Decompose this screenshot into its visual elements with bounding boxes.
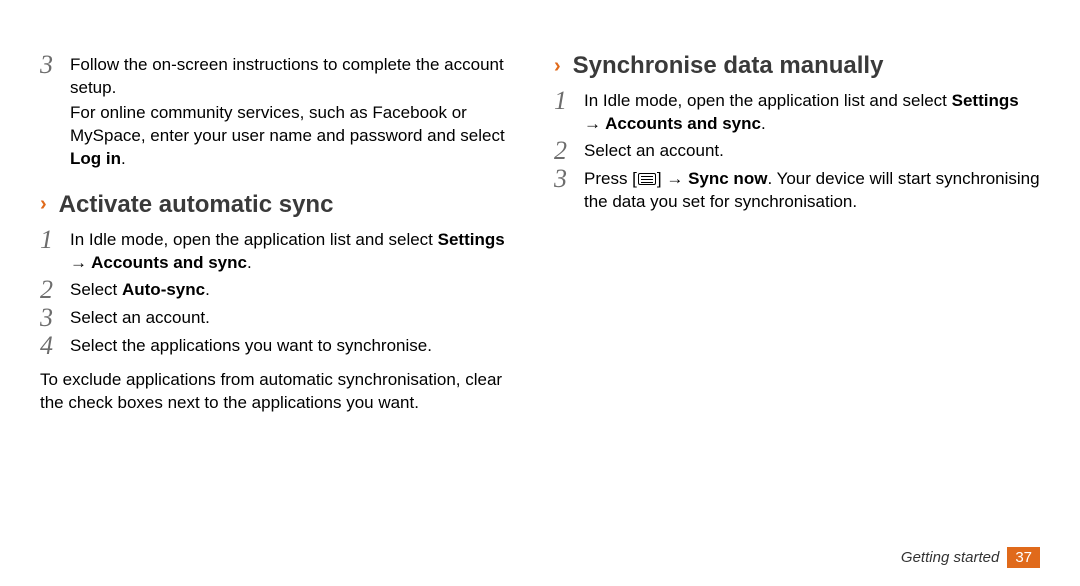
step-body: Follow the on-screen instructions to com… [70, 54, 526, 173]
step-body: Press [] → Sync now. Your device will st… [584, 168, 1040, 216]
step-3: 3 Select an account. [40, 307, 526, 333]
step-text: Press [] → Sync now. Your device will st… [584, 168, 1040, 214]
step-number: 3 [40, 305, 66, 331]
step-text: Select an account. [70, 307, 526, 330]
manual-page: 3 Follow the on-screen instructions to c… [0, 0, 1080, 586]
step-number: 1 [40, 227, 66, 275]
page-number-badge: 37 [1007, 547, 1040, 568]
heading-text: Activate automatic sync [59, 191, 334, 219]
step-1: 1 In Idle mode, open the application lis… [40, 229, 526, 277]
text: Select [70, 280, 122, 299]
step-1: 1 In Idle mode, open the application lis… [554, 90, 1040, 138]
chevron-right-icon: › [554, 55, 561, 78]
text: . [205, 280, 210, 299]
chevron-right-icon: › [40, 193, 47, 216]
step-body: In Idle mode, open the application list … [584, 90, 1040, 138]
text: In Idle mode, open the application list … [584, 91, 952, 110]
step-text: Follow the on-screen instructions to com… [70, 54, 526, 100]
heading-text: Synchronise data manually [573, 52, 884, 80]
step-text: In Idle mode, open the application list … [584, 90, 1040, 136]
prior-step-3: 3 Follow the on-screen instructions to c… [40, 54, 526, 173]
menu-icon [638, 173, 656, 185]
step-text: Select Auto-sync. [70, 279, 526, 302]
page-footer: Getting started 37 [901, 547, 1040, 568]
step-number: 4 [40, 333, 66, 359]
step-2: 2 Select Auto-sync. [40, 279, 526, 305]
text: For online community services, such as F… [70, 103, 505, 145]
right-column: › Synchronise data manually 1 In Idle mo… [554, 52, 1040, 414]
step-body: Select an account. [70, 307, 526, 333]
text: ] → [657, 169, 688, 188]
step-number: 3 [554, 166, 580, 214]
footer-section-name: Getting started [901, 549, 999, 566]
step-text: In Idle mode, open the application list … [70, 229, 526, 275]
step-body: Select an account. [584, 140, 1040, 166]
two-column-layout: 3 Follow the on-screen instructions to c… [40, 52, 1040, 414]
text: . [121, 149, 126, 168]
step-number: 1 [554, 88, 580, 136]
step-2: 2 Select an account. [554, 140, 1040, 166]
bold-text: Sync now [688, 169, 767, 188]
left-column: 3 Follow the on-screen instructions to c… [40, 52, 526, 414]
text: . [247, 253, 252, 272]
step-body: Select the applications you want to sync… [70, 335, 526, 361]
step-number: 2 [40, 277, 66, 303]
step-text: Select the applications you want to sync… [70, 335, 526, 358]
step-text: Select an account. [584, 140, 1040, 163]
bold-text: Auto-sync [122, 280, 205, 299]
text: Press [ [584, 169, 637, 188]
step-number: 3 [40, 52, 66, 171]
step-text: For online community services, such as F… [70, 102, 526, 171]
step-4: 4 Select the applications you want to sy… [40, 335, 526, 361]
text: In Idle mode, open the application list … [70, 230, 438, 249]
heading-sync-manually: › Synchronise data manually [554, 52, 1040, 80]
step-3: 3 Press [] → Sync now. Your device will … [554, 168, 1040, 216]
heading-activate-auto-sync: › Activate automatic sync [40, 191, 526, 219]
text: . [761, 114, 766, 133]
bold-text: Log in [70, 149, 121, 168]
step-body: Select Auto-sync. [70, 279, 526, 305]
note-paragraph: To exclude applications from automatic s… [40, 369, 526, 415]
step-number: 2 [554, 138, 580, 164]
step-body: In Idle mode, open the application list … [70, 229, 526, 277]
